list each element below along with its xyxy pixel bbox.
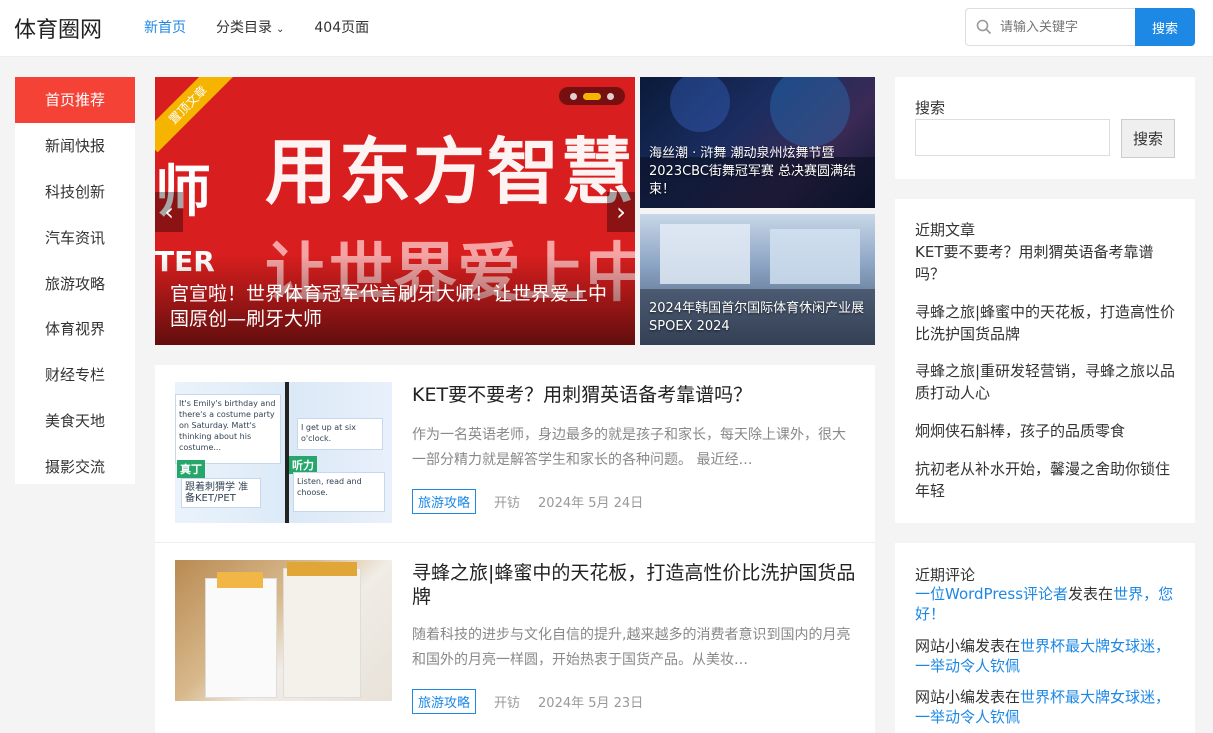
sticky-ribbon: 置顶文章: [155, 77, 236, 153]
featured-card[interactable]: 海丝潮 · 浒舞 潮动泉州炫舞节暨2023CBC街舞冠军赛 总决赛圆满结束！: [640, 77, 875, 208]
site-logo[interactable]: 体育圈网: [14, 12, 102, 44]
menu-item-home[interactable]: 首页推荐: [15, 77, 135, 123]
nav-categories[interactable]: 分类目录 ⌄: [216, 17, 284, 37]
nav-categories-label: 分类目录: [216, 20, 272, 36]
menu-item-sports[interactable]: 体育视界: [15, 306, 135, 352]
recent-post-link[interactable]: 寻蜂之旅|蜂蜜中的天花板，打造高性价比洗护国货品牌: [915, 301, 1180, 345]
recent-post-link[interactable]: 炯炯侠石斛棒，孩子的品质零食: [915, 420, 1180, 442]
slider-dot-active[interactable]: [583, 92, 601, 100]
nav-home[interactable]: 新首页: [144, 17, 186, 37]
banner-image-text: 用东方智慧刷: [265, 130, 635, 214]
sidebar-search-input[interactable]: [915, 119, 1110, 156]
comment-sep: 发表在: [975, 688, 1021, 706]
menu-item-news[interactable]: 新闻快报: [15, 123, 135, 169]
article-meta: 旅游攻略 开钫 2024年 5月 23日: [412, 689, 643, 714]
slider-dots: [559, 87, 625, 105]
slider-dot[interactable]: [607, 92, 614, 100]
chevron-down-icon: ⌄: [276, 24, 285, 35]
article-excerpt: 作为一名英语老师，身边最多的就是孩子和家长，每天除上课外，很大一部分精力就是解答…: [412, 427, 846, 468]
comment-entry: 网站小编发表在世界杯最大牌女球迷，一举动令人钦佩: [915, 687, 1180, 727]
menu-item-finance[interactable]: 财经专栏: [15, 352, 135, 398]
article-title[interactable]: 寻蜂之旅|蜂蜜中的天花板，打造高性价比洗护国货品牌: [412, 561, 857, 609]
menu-item-auto[interactable]: 汽车资讯: [15, 214, 135, 260]
menu-item-travel[interactable]: 旅游攻略: [15, 260, 135, 306]
thumb-card: It's Emily's birthday and there's a cost…: [175, 394, 281, 464]
sidebar-search-button[interactable]: 搜索: [1121, 119, 1175, 158]
recent-post-link[interactable]: KET要不要考？用刺猬英语备考靠谱吗？: [915, 241, 1180, 285]
slider-next-button[interactable]: ›: [607, 192, 635, 232]
article-date: 2024年 5月 23日: [538, 696, 644, 711]
header-search-button[interactable]: 搜索: [1135, 8, 1195, 46]
article-thumbnail[interactable]: [175, 560, 392, 701]
article-title[interactable]: KET要不要考？用刺猬英语备考靠谱吗？: [412, 383, 857, 407]
search-icon: [976, 19, 992, 35]
comment-entry: 网站小编发表在世界杯最大牌女球迷，一举动令人钦佩: [915, 636, 1180, 676]
category-tag[interactable]: 旅游攻略: [412, 689, 477, 714]
menu-item-photo[interactable]: 摄影交流: [15, 443, 135, 489]
article-author: 开钫: [494, 496, 521, 511]
product-lid: [287, 562, 357, 576]
article-author: 开钫: [494, 696, 521, 711]
category-menu: 首页推荐 新闻快报 科技创新 汽车资讯 旅游攻略 体育视界 财经专栏 美食天地 …: [15, 77, 135, 484]
widget-title: 近期文章: [915, 221, 976, 239]
widget-title: 搜索: [915, 99, 946, 117]
article-thumbnail[interactable]: It's Emily's birthday and there's a cost…: [175, 382, 392, 523]
widget-title: 近期评论: [915, 566, 976, 584]
list-item: 寻蜂之旅|蜂蜜中的天花板，打造高性价比洗护国货品牌 随着科技的进步与文化自信的提…: [155, 543, 875, 721]
banner-caption[interactable]: 官宣啦！世界体育冠军代言刷牙大师！让世界爱上中国原创—刷牙大师: [170, 282, 620, 332]
menu-item-food[interactable]: 美食天地: [15, 398, 135, 444]
chevron-right-icon: ›: [616, 198, 626, 226]
recent-comments-widget: 近期评论 一位WordPress评论者发表在世界，您好！ 网站小编发表在世界杯最…: [895, 543, 1195, 733]
comment-author: 网站小编: [915, 688, 976, 706]
main-nav: 新首页 分类目录 ⌄ 404页面: [144, 17, 369, 37]
product-bottle: [205, 578, 277, 698]
nav-404[interactable]: 404页面: [314, 17, 369, 37]
article-date: 2024年 5月 24日: [538, 496, 644, 511]
recent-post-link[interactable]: 抗初老从补水开始，馨漫之舍助你锁住年轻: [915, 458, 1180, 502]
comment-sep: 发表在: [975, 637, 1021, 655]
thumb-badge: 真丁: [177, 460, 205, 478]
site-header: 体育圈网 新首页 分类目录 ⌄ 404页面 搜索: [0, 0, 1213, 57]
product-box: [283, 568, 361, 698]
slider-prev-button[interactable]: ‹: [155, 192, 183, 232]
slider-dot[interactable]: [570, 92, 577, 100]
featured-card[interactable]: 2024年韩国首尔国际体育休闲产业展 SPOEX 2024: [640, 214, 875, 345]
search-widget: 搜索 搜索: [895, 77, 1195, 179]
comment-author[interactable]: 一位WordPress评论者: [915, 585, 1068, 603]
chevron-left-icon: ‹: [164, 198, 174, 226]
comment-author: 网站小编: [915, 637, 976, 655]
header-search-input[interactable]: [1000, 19, 1120, 35]
category-tag[interactable]: 旅游攻略: [412, 489, 477, 514]
comment-entry: 一位WordPress评论者发表在世界，您好！: [915, 584, 1180, 624]
list-item: It's Emily's birthday and there's a cost…: [155, 365, 875, 543]
article-excerpt: 随着科技的进步与文化自信的提升,越来越多的消费者意识到国内的月亮和国外的月亮一样…: [412, 627, 851, 668]
header-search-field: [965, 8, 1135, 46]
article-list: It's Emily's birthday and there's a cost…: [155, 365, 875, 733]
comment-sep: 发表在: [1068, 585, 1114, 603]
header-search: 搜索: [965, 8, 1195, 46]
recent-post-link[interactable]: 寻蜂之旅|重研发轻营销，寻蜂之旅以品质打动人心: [915, 360, 1180, 404]
article-meta: 旅游攻略 开钫 2024年 5月 24日: [412, 489, 643, 514]
thumb-card: 跟着刺猬学 准备KET/PET: [181, 478, 261, 508]
thumb-card: Listen, read and choose.: [293, 472, 385, 512]
hero-slider[interactable]: 师 用东方智慧刷 TER 让世界爱上中 置顶文章 ‹ › 官宣啦！世界体育冠军代…: [155, 77, 635, 345]
featured-card-caption: 海丝潮 · 浒舞 潮动泉州炫舞节暨2023CBC街舞冠军赛 总决赛圆满结束！: [649, 146, 857, 197]
recent-posts-widget: 近期文章 KET要不要考？用刺猬英语备考靠谱吗？ 寻蜂之旅|蜂蜜中的天花板，打造…: [895, 199, 1195, 523]
thumb-card: I get up at six o'clock.: [297, 418, 383, 450]
product-lid: [217, 572, 263, 588]
featured-card-caption: 2024年韩国首尔国际体育休闲产业展 SPOEX 2024: [649, 301, 865, 334]
thumb-divider: [285, 382, 289, 523]
menu-item-tech[interactable]: 科技创新: [15, 169, 135, 215]
